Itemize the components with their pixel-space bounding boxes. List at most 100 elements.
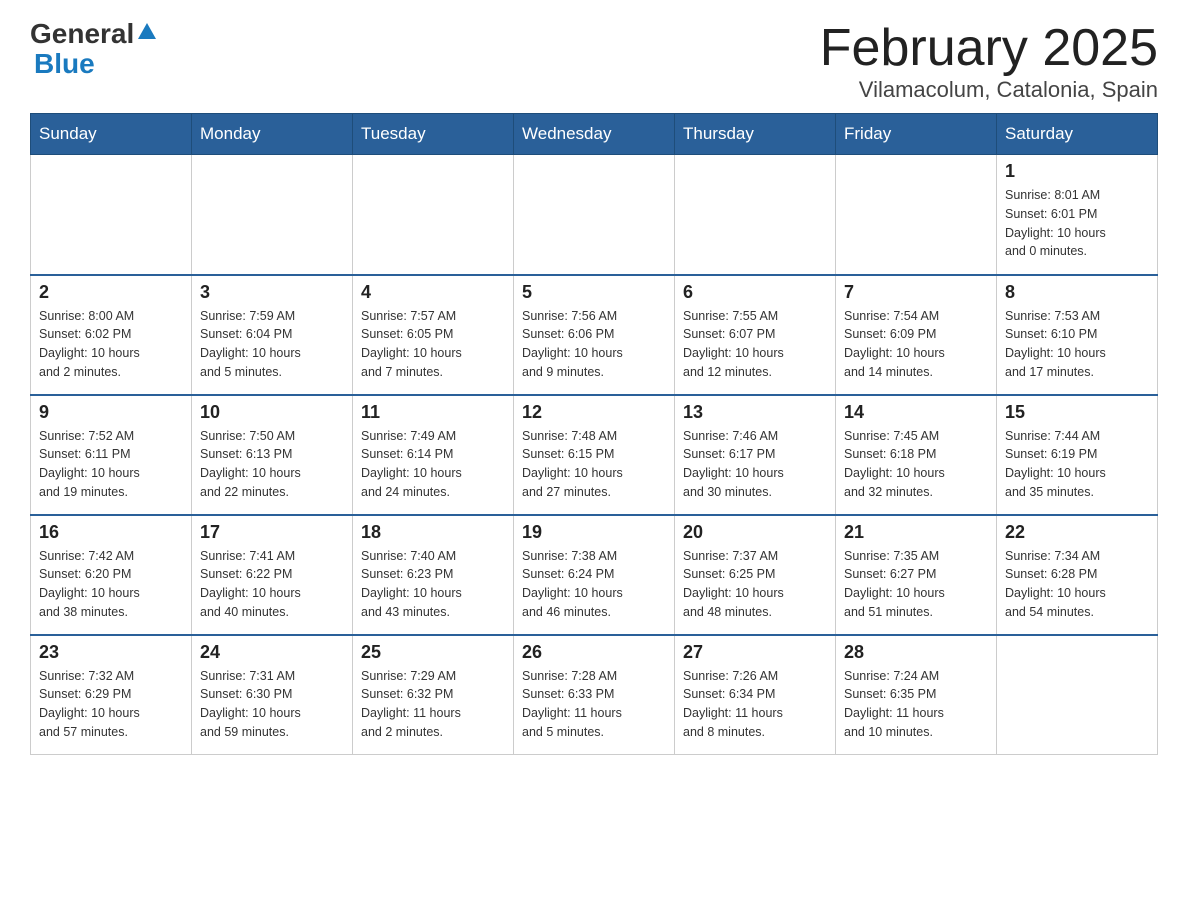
calendar-cell: 23 Sunrise: 7:32 AMSunset: 6:29 PMDayligh… bbox=[31, 635, 192, 755]
page-header: General Blue February 2025 Vilamacolum, … bbox=[30, 20, 1158, 103]
day-number: 11 bbox=[361, 402, 505, 423]
day-info: Sunrise: 7:45 AMSunset: 6:18 PMDaylight:… bbox=[844, 427, 988, 502]
day-number: 23 bbox=[39, 642, 183, 663]
logo-triangle-icon bbox=[136, 21, 158, 43]
day-number: 16 bbox=[39, 522, 183, 543]
day-info: Sunrise: 7:59 AMSunset: 6:04 PMDaylight:… bbox=[200, 307, 344, 382]
calendar-week-row: 9 Sunrise: 7:52 AMSunset: 6:11 PMDaylight… bbox=[31, 395, 1158, 515]
day-info: Sunrise: 7:38 AMSunset: 6:24 PMDaylight:… bbox=[522, 547, 666, 622]
day-number: 9 bbox=[39, 402, 183, 423]
calendar-cell: 17Sunrise: 7:41 AMSunset: 6:22 PMDayligh… bbox=[192, 515, 353, 635]
weekday-header-sunday: Sunday bbox=[31, 114, 192, 155]
title-section: February 2025 Vilamacolum, Catalonia, Sp… bbox=[820, 20, 1158, 103]
day-number: 13 bbox=[683, 402, 827, 423]
calendar-cell: 13Sunrise: 7:46 AMSunset: 6:17 PMDayligh… bbox=[675, 395, 836, 515]
day-number: 22 bbox=[1005, 522, 1149, 543]
day-info: Sunrise: 7:52 AMSunset: 6:11 PMDaylight:… bbox=[39, 427, 183, 502]
day-info: Sunrise: 7:49 AMSunset: 6:14 PMDaylight:… bbox=[361, 427, 505, 502]
calendar-cell: 18Sunrise: 7:40 AMSunset: 6:23 PMDayligh… bbox=[353, 515, 514, 635]
day-number: 14 bbox=[844, 402, 988, 423]
calendar-cell bbox=[31, 155, 192, 275]
day-info: Sunrise: 7:24 AMSunset: 6:35 PMDaylight:… bbox=[844, 667, 988, 742]
logo-blue: Blue bbox=[34, 48, 95, 80]
calendar-cell: 5Sunrise: 7:56 AMSunset: 6:06 PMDaylight… bbox=[514, 275, 675, 395]
day-number: 3 bbox=[200, 282, 344, 303]
calendar-week-row: 2 Sunrise: 8:00 AMSunset: 6:02 PMDaylight… bbox=[31, 275, 1158, 395]
day-number: 7 bbox=[844, 282, 988, 303]
weekday-header-wednesday: Wednesday bbox=[514, 114, 675, 155]
day-number: 27 bbox=[683, 642, 827, 663]
calendar-cell: 1 Sunrise: 8:01 AMSunset: 6:01 PMDaylight… bbox=[997, 155, 1158, 275]
day-number: 18 bbox=[361, 522, 505, 543]
calendar-cell: 27 Sunrise: 7:26 AMSunset: 6:34 PMDayligh… bbox=[675, 635, 836, 755]
calendar-cell: 24 Sunrise: 7:31 AMSunset: 6:30 PMDayligh… bbox=[192, 635, 353, 755]
calendar-cell: 3 Sunrise: 7:59 AMSunset: 6:04 PMDaylight… bbox=[192, 275, 353, 395]
day-info: Sunrise: 7:42 AMSunset: 6:20 PMDaylight:… bbox=[39, 547, 183, 622]
day-info: Sunrise: 7:28 AMSunset: 6:33 PMDaylight:… bbox=[522, 667, 666, 742]
month-title: February 2025 bbox=[820, 20, 1158, 77]
calendar-cell: 21 Sunrise: 7:35 AMSunset: 6:27 PMDayligh… bbox=[836, 515, 997, 635]
calendar-cell: 19 Sunrise: 7:38 AMSunset: 6:24 PMDayligh… bbox=[514, 515, 675, 635]
calendar-cell bbox=[675, 155, 836, 275]
calendar-cell: 9 Sunrise: 7:52 AMSunset: 6:11 PMDaylight… bbox=[31, 395, 192, 515]
calendar-cell: 10 Sunrise: 7:50 AMSunset: 6:13 PMDayligh… bbox=[192, 395, 353, 515]
day-number: 6 bbox=[683, 282, 827, 303]
day-number: 1 bbox=[1005, 161, 1149, 182]
calendar-table: SundayMondayTuesdayWednesdayThursdayFrid… bbox=[30, 113, 1158, 755]
day-number: 12 bbox=[522, 402, 666, 423]
weekday-header-thursday: Thursday bbox=[675, 114, 836, 155]
day-number: 4 bbox=[361, 282, 505, 303]
day-number: 8 bbox=[1005, 282, 1149, 303]
calendar-cell: 11 Sunrise: 7:49 AMSunset: 6:14 PMDayligh… bbox=[353, 395, 514, 515]
day-info: Sunrise: 8:01 AMSunset: 6:01 PMDaylight:… bbox=[1005, 186, 1149, 261]
day-info: Sunrise: 7:57 AMSunset: 6:05 PMDaylight:… bbox=[361, 307, 505, 382]
day-info: Sunrise: 7:44 AMSunset: 6:19 PMDaylight:… bbox=[1005, 427, 1149, 502]
day-info: Sunrise: 7:55 AMSunset: 6:07 PMDaylight:… bbox=[683, 307, 827, 382]
day-number: 21 bbox=[844, 522, 988, 543]
day-number: 26 bbox=[522, 642, 666, 663]
calendar-cell: 16 Sunrise: 7:42 AMSunset: 6:20 PMDayligh… bbox=[31, 515, 192, 635]
logo-general: General bbox=[30, 20, 134, 48]
day-number: 19 bbox=[522, 522, 666, 543]
day-info: Sunrise: 7:41 AMSunset: 6:22 PMDaylight:… bbox=[200, 547, 344, 622]
calendar-cell: 26 Sunrise: 7:28 AMSunset: 6:33 PMDayligh… bbox=[514, 635, 675, 755]
calendar-cell: 28 Sunrise: 7:24 AMSunset: 6:35 PMDayligh… bbox=[836, 635, 997, 755]
day-number: 2 bbox=[39, 282, 183, 303]
day-number: 10 bbox=[200, 402, 344, 423]
day-info: Sunrise: 7:31 AMSunset: 6:30 PMDaylight:… bbox=[200, 667, 344, 742]
day-info: Sunrise: 7:53 AMSunset: 6:10 PMDaylight:… bbox=[1005, 307, 1149, 382]
calendar-cell bbox=[353, 155, 514, 275]
weekday-header-monday: Monday bbox=[192, 114, 353, 155]
day-info: Sunrise: 7:32 AMSunset: 6:29 PMDaylight:… bbox=[39, 667, 183, 742]
day-number: 5 bbox=[522, 282, 666, 303]
calendar-cell: 7 Sunrise: 7:54 AMSunset: 6:09 PMDaylight… bbox=[836, 275, 997, 395]
day-number: 28 bbox=[844, 642, 988, 663]
calendar-cell: 6 Sunrise: 7:55 AMSunset: 6:07 PMDaylight… bbox=[675, 275, 836, 395]
day-info: Sunrise: 7:48 AMSunset: 6:15 PMDaylight:… bbox=[522, 427, 666, 502]
day-number: 25 bbox=[361, 642, 505, 663]
calendar-cell bbox=[997, 635, 1158, 755]
day-info: Sunrise: 7:34 AMSunset: 6:28 PMDaylight:… bbox=[1005, 547, 1149, 622]
logo: General Blue bbox=[30, 20, 158, 80]
calendar-week-row: 16 Sunrise: 7:42 AMSunset: 6:20 PMDayligh… bbox=[31, 515, 1158, 635]
day-info: Sunrise: 7:37 AMSunset: 6:25 PMDaylight:… bbox=[683, 547, 827, 622]
day-info: Sunrise: 7:54 AMSunset: 6:09 PMDaylight:… bbox=[844, 307, 988, 382]
calendar-cell: 4 Sunrise: 7:57 AMSunset: 6:05 PMDaylight… bbox=[353, 275, 514, 395]
calendar-cell bbox=[836, 155, 997, 275]
calendar-week-row: 23 Sunrise: 7:32 AMSunset: 6:29 PMDayligh… bbox=[31, 635, 1158, 755]
day-info: Sunrise: 7:50 AMSunset: 6:13 PMDaylight:… bbox=[200, 427, 344, 502]
calendar-cell: 8 Sunrise: 7:53 AMSunset: 6:10 PMDaylight… bbox=[997, 275, 1158, 395]
calendar-cell: 14 Sunrise: 7:45 AMSunset: 6:18 PMDayligh… bbox=[836, 395, 997, 515]
calendar-cell bbox=[514, 155, 675, 275]
day-number: 24 bbox=[200, 642, 344, 663]
day-info: Sunrise: 7:26 AMSunset: 6:34 PMDaylight:… bbox=[683, 667, 827, 742]
weekday-header-row: SundayMondayTuesdayWednesdayThursdayFrid… bbox=[31, 114, 1158, 155]
calendar-cell: 2 Sunrise: 8:00 AMSunset: 6:02 PMDaylight… bbox=[31, 275, 192, 395]
calendar-cell: 22 Sunrise: 7:34 AMSunset: 6:28 PMDayligh… bbox=[997, 515, 1158, 635]
day-info: Sunrise: 7:35 AMSunset: 6:27 PMDaylight:… bbox=[844, 547, 988, 622]
day-info: Sunrise: 7:29 AMSunset: 6:32 PMDaylight:… bbox=[361, 667, 505, 742]
day-info: Sunrise: 8:00 AMSunset: 6:02 PMDaylight:… bbox=[39, 307, 183, 382]
calendar-cell: 20Sunrise: 7:37 AMSunset: 6:25 PMDayligh… bbox=[675, 515, 836, 635]
calendar-cell bbox=[192, 155, 353, 275]
calendar-week-row: 1 Sunrise: 8:01 AMSunset: 6:01 PMDaylight… bbox=[31, 155, 1158, 275]
